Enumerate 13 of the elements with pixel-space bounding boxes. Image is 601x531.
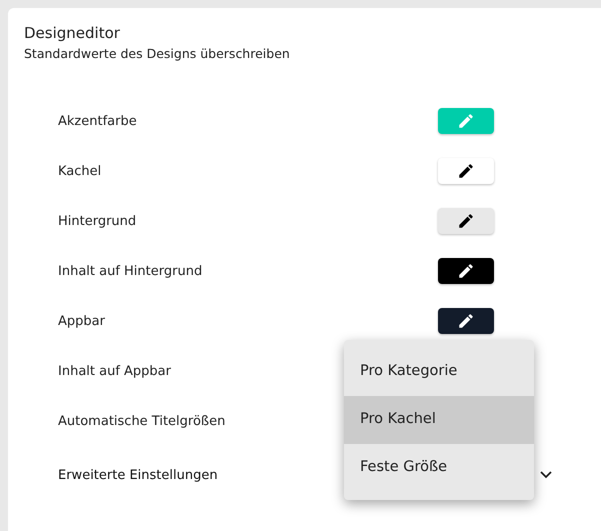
panel-title: Designeditor (24, 23, 121, 44)
menu-item[interactable]: Pro Kachel (344, 396, 534, 444)
setting-label: Hintergrund (58, 212, 136, 230)
setting-label: Automatische Titelgrößen (58, 412, 226, 430)
menu-item[interactable]: Feste Größe (344, 444, 534, 492)
menu-item[interactable]: Pro Kategorie (344, 348, 534, 396)
setting-label: Erweiterte Einstellungen (58, 466, 218, 484)
setting-label: Inhalt auf Appbar (58, 362, 171, 380)
setting-label: Appbar (58, 312, 105, 330)
setting-label: Inhalt auf Hintergrund (58, 262, 202, 280)
setting-label: Kachel (58, 162, 102, 180)
panel-subtitle: Standardwerte des Designs überschreiben (24, 44, 291, 63)
setting-label: Akzentfarbe (58, 112, 137, 130)
